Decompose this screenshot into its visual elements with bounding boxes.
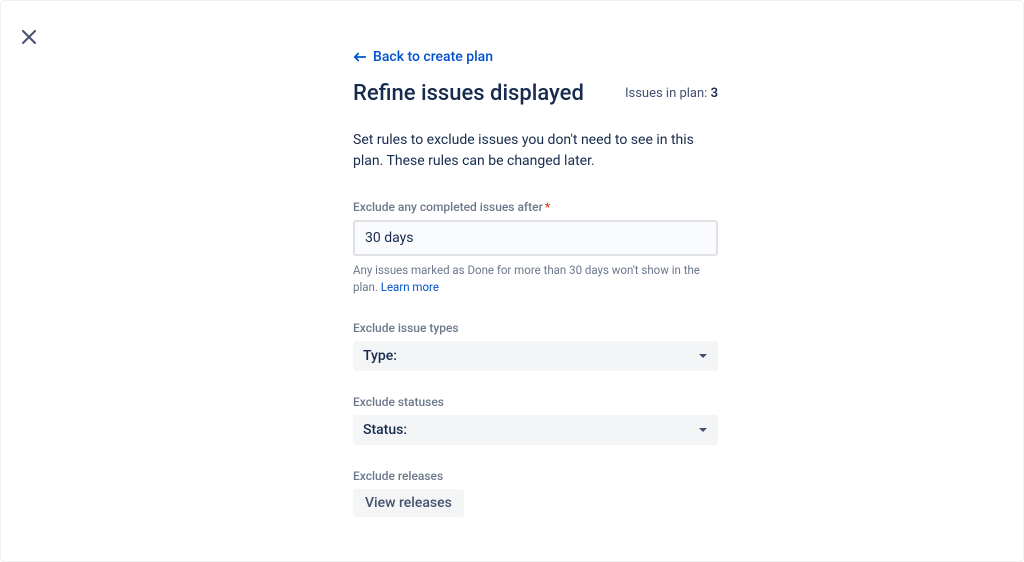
close-icon	[22, 30, 36, 44]
learn-more-link[interactable]: Learn more	[381, 280, 439, 294]
completed-after-helper: Any issues marked as Done for more than …	[353, 262, 718, 297]
issues-in-plan: Issues in plan: 3	[625, 86, 718, 101]
releases-label: Exclude releases	[353, 469, 718, 483]
completed-after-input[interactable]	[353, 220, 718, 256]
statuses-label: Exclude statuses	[353, 395, 718, 409]
view-releases-button[interactable]: View releases	[353, 489, 464, 517]
issues-in-plan-label: Issues in plan:	[625, 86, 707, 101]
arrow-left-icon	[353, 50, 367, 64]
chevron-down-icon	[698, 351, 708, 361]
statuses-dropdown[interactable]: Status:	[353, 415, 718, 445]
issues-in-plan-count: 3	[711, 86, 718, 101]
required-asterisk: *	[545, 200, 550, 214]
issue-types-placeholder: Type:	[363, 348, 397, 364]
close-button[interactable]	[17, 25, 41, 49]
page-title: Refine issues displayed	[353, 81, 584, 106]
issue-types-dropdown[interactable]: Type:	[353, 341, 718, 371]
chevron-down-icon	[698, 425, 708, 435]
back-link[interactable]: Back to create plan	[353, 49, 493, 65]
statuses-placeholder: Status:	[363, 422, 407, 438]
back-link-label: Back to create plan	[373, 49, 493, 65]
issue-types-label: Exclude issue types	[353, 321, 718, 335]
page-description: Set rules to exclude issues you don't ne…	[353, 130, 718, 172]
completed-after-label: Exclude any completed issues after*	[353, 200, 718, 214]
